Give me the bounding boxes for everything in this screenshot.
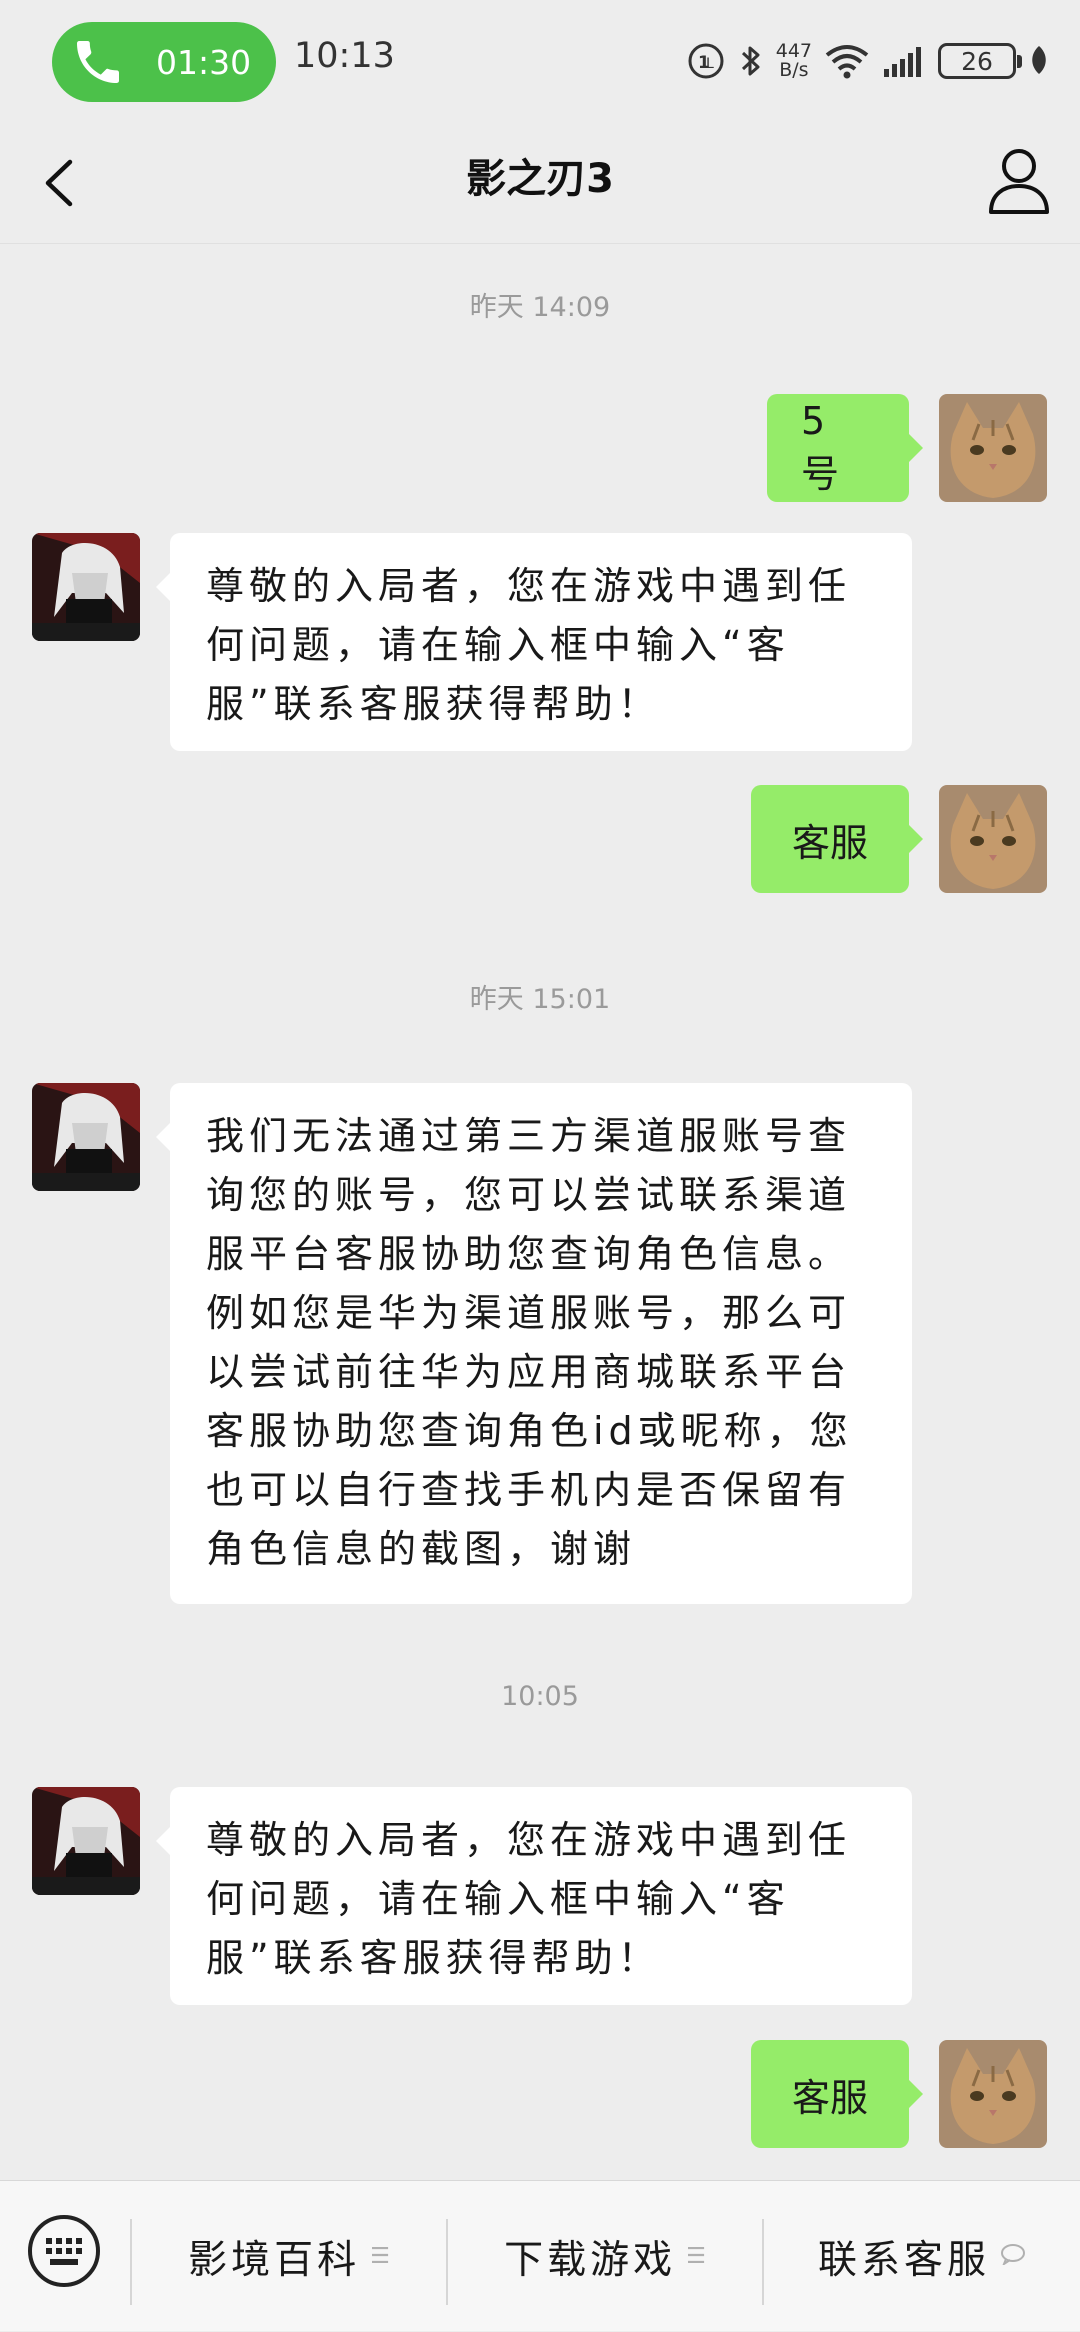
bot-avatar[interactable] xyxy=(32,1787,140,1895)
sent-message-bubble[interactable]: 客服 xyxy=(751,785,923,893)
received-message-bubble[interactable]: 我们无法通过第三方渠道服账号查询您的账号，您可以尝试联系渠道服平台客服协助您查询… xyxy=(156,1083,912,1604)
battery-level: 26 xyxy=(961,46,993,76)
message-text: 客服 xyxy=(791,2075,868,2120)
timestamp: 昨天 14:09 xyxy=(469,292,611,323)
timestamp: 昨天 15:01 xyxy=(469,984,611,1015)
status-clock: 10:13 xyxy=(294,36,395,76)
menu-item-label: 影境百科 xyxy=(188,2237,361,2283)
chat-title: 影之刃3 xyxy=(466,156,614,202)
hd-volte-icon: 1 L xyxy=(688,43,724,79)
menu-item-wiki[interactable]: 影境百科 ☰ xyxy=(132,2181,446,2332)
profile-icon[interactable] xyxy=(986,144,1052,218)
cellular-signal-icon xyxy=(884,47,921,77)
menu-lines-icon: ☰ xyxy=(686,2244,706,2269)
keyboard-icon[interactable] xyxy=(26,2213,102,2289)
timestamp: 10:05 xyxy=(501,1681,579,1712)
my-avatar[interactable] xyxy=(939,785,1047,893)
bot-avatar[interactable] xyxy=(32,533,140,641)
game-character-avatar-icon xyxy=(32,1787,140,1895)
wifi-icon xyxy=(825,45,869,79)
official-account-menu: 影境百科 ☰ 下载游戏 ☰ 联系客服 xyxy=(0,2180,1080,2331)
chat-message-list[interactable]: 昨天 14:09 5 号 尊敬的入局者，您在游戏中遇到任何问题，请在输入框中输入… xyxy=(0,245,1080,2180)
network-speed-unit: B/s xyxy=(779,59,809,81)
my-avatar[interactable] xyxy=(939,2040,1047,2148)
sent-message-bubble[interactable]: 5 号 xyxy=(767,394,923,502)
menu-item-download-game[interactable]: 下载游戏 ☰ xyxy=(448,2181,762,2332)
menu-lines-icon: ☰ xyxy=(370,2244,390,2269)
network-speed: 447 B/s xyxy=(776,42,812,80)
menu-item-label: 联系客服 xyxy=(817,2237,990,2283)
menu-item-label: 下载游戏 xyxy=(504,2237,677,2283)
call-timer: 01:30 xyxy=(156,42,252,82)
leaf-icon xyxy=(1032,46,1046,74)
game-character-avatar-icon xyxy=(32,533,140,641)
svg-text:L: L xyxy=(706,56,714,72)
ongoing-call-pill[interactable]: 01:30 xyxy=(52,22,276,102)
status-icons: 1 L 447 B/s 26 xyxy=(686,34,1050,88)
received-message-bubble[interactable]: 尊敬的入局者，您在游戏中遇到任何问题，请在输入框中输入“客服”联系客服获得帮助！ xyxy=(156,533,912,751)
phone-icon xyxy=(77,41,119,83)
chat-bubble-icon xyxy=(1000,2243,1026,2271)
menu-item-contact-support[interactable]: 联系客服 xyxy=(764,2181,1080,2332)
cat-avatar-icon xyxy=(939,2040,1047,2148)
cat-avatar-icon xyxy=(939,785,1047,893)
chat-header: 影之刃3 xyxy=(0,120,1080,244)
my-avatar[interactable] xyxy=(939,394,1047,502)
cat-avatar-icon xyxy=(939,394,1047,502)
bot-avatar[interactable] xyxy=(32,1083,140,1191)
battery-indicator: 26 xyxy=(938,43,1022,79)
message-text: 5 号 xyxy=(801,398,840,496)
status-bar: 01:30 10:13 1 L 447 B/s 26 xyxy=(0,0,1080,120)
received-message-bubble[interactable]: 尊敬的入局者，您在游戏中遇到任何问题，请在输入框中输入“客服”联系客服获得帮助！ xyxy=(156,1787,912,2005)
message-text: 客服 xyxy=(791,820,868,865)
sent-message-bubble[interactable]: 客服 xyxy=(751,2040,923,2148)
bluetooth-icon xyxy=(741,46,760,76)
game-character-avatar-icon xyxy=(32,1083,140,1191)
